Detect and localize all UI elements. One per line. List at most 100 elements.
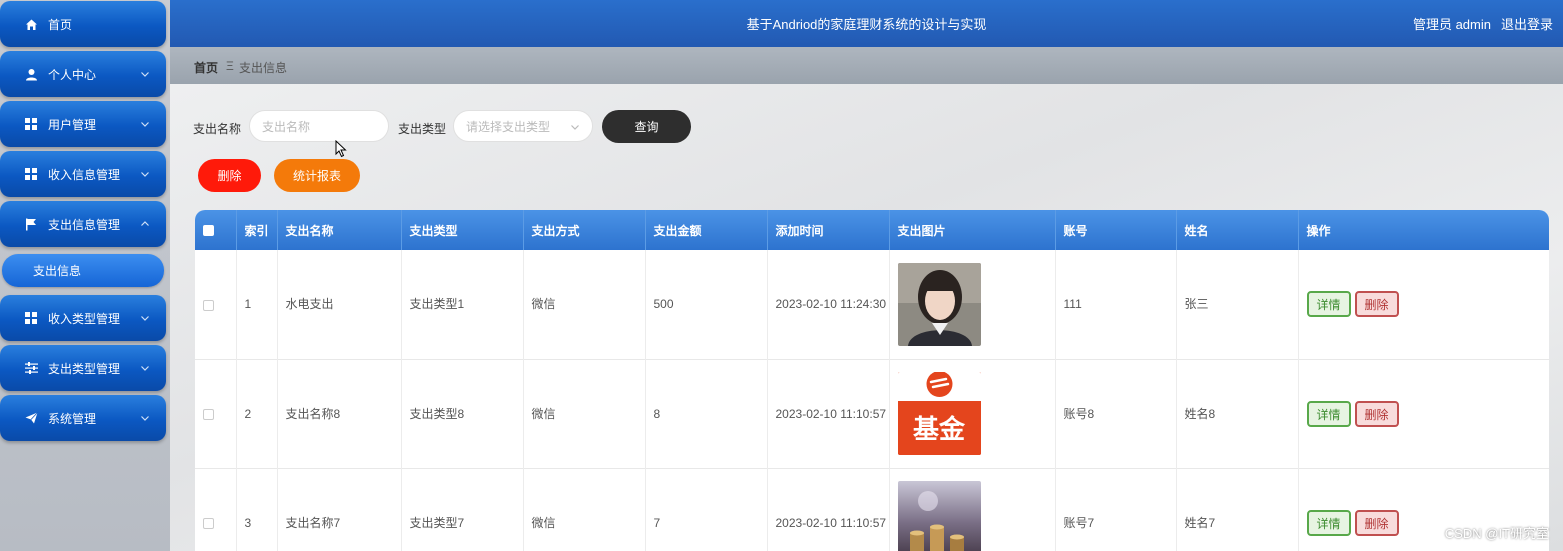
csdn-watermark: CSDN @IT研究室 xyxy=(1444,526,1549,541)
sidebar-item-label: 用户管理 xyxy=(48,117,97,132)
cell-method: 微信 xyxy=(523,359,646,468)
sidebar-subitem-expense-info[interactable]: 支出信息 xyxy=(2,254,164,287)
chevron-down-icon xyxy=(141,72,149,77)
sidebar-item-label: 收入类型管理 xyxy=(48,311,121,326)
breadcrumb-home[interactable]: 首页 xyxy=(194,59,218,76)
mouse-cursor-icon xyxy=(335,140,347,158)
delete-button[interactable]: 删除 xyxy=(1354,400,1399,427)
cell-person: 姓名7 xyxy=(1176,468,1299,551)
home-icon xyxy=(24,17,38,31)
sidebar-item-label: 系统管理 xyxy=(48,411,97,426)
expense-photo-portrait xyxy=(897,262,981,346)
expense-type-label: 支出类型 xyxy=(398,122,447,136)
sliders-icon xyxy=(24,361,38,375)
cell-account: 账号7 xyxy=(1055,468,1177,551)
grid-icon xyxy=(24,167,38,181)
column-header: 支出图片 xyxy=(889,210,1056,250)
header-select-all[interactable] xyxy=(195,210,237,250)
sidebar-item-income-management[interactable]: 收入信息管理 xyxy=(0,151,166,197)
table-row: 1 水电支出 支出类型1 微信 500 2023-02-10 11:24:30 xyxy=(195,250,1549,359)
sidebar-item-home[interactable]: 首页 xyxy=(0,1,166,47)
sidebar-item-income-type-management[interactable]: 收入类型管理 xyxy=(0,295,166,341)
detail-button[interactable]: 详情 xyxy=(1306,509,1351,536)
row-checkbox[interactable] xyxy=(203,299,214,311)
cell-account: 账号8 xyxy=(1055,359,1177,468)
sidebar-item-expense-management[interactable]: 支出信息管理 xyxy=(0,201,166,247)
cell-time: 2023-02-10 11:10:57 xyxy=(767,468,890,551)
column-header: 操作 xyxy=(1298,210,1549,250)
cell-type: 支出类型8 xyxy=(401,359,524,468)
cell-amount: 7 xyxy=(645,468,768,551)
sidebar-item-label: 支出信息管理 xyxy=(48,217,121,232)
sidebar-item-expense-type-management[interactable]: 支出类型管理 xyxy=(0,345,166,391)
cell-type: 支出类型1 xyxy=(401,250,524,359)
statistics-report-button[interactable]: 统计报表 xyxy=(274,159,360,192)
column-header: 支出名称 xyxy=(277,210,402,250)
cell-amount: 8 xyxy=(645,359,768,468)
expense-table: 索引 支出名称 支出类型 支出方式 支出金额 添加时间 支出图片 账号 姓名 操… xyxy=(195,210,1549,551)
column-header: 账号 xyxy=(1055,210,1177,250)
main-content: 支出名称 支出名称 支出类型 请选择支出类型 查询 删除 统计报表 索引 支出名… xyxy=(170,84,1563,551)
cell-method: 微信 xyxy=(523,468,646,551)
cell-time: 2023-02-10 11:24:30 xyxy=(767,250,890,359)
top-header: 基于Andriod的家庭理财系统的设计与实现 管理员 admin 退出登录 xyxy=(170,0,1563,47)
row-checkbox[interactable] xyxy=(203,517,214,529)
grid-icon xyxy=(24,117,38,131)
table-row: 2 支出名称8 支出类型8 微信 8 2023-02-10 11:10:57 基… xyxy=(195,359,1549,468)
batch-delete-button[interactable]: 删除 xyxy=(198,159,261,192)
breadcrumb-separator: Ξ xyxy=(226,59,234,73)
current-user: 管理员 admin xyxy=(1412,17,1491,32)
chevron-down-icon xyxy=(141,122,149,127)
system-title: 基于Andriod的家庭理财系统的设计与实现 xyxy=(746,17,987,32)
cell-index: 1 xyxy=(236,250,278,359)
cell-amount: 500 xyxy=(645,250,768,359)
query-button[interactable]: 查询 xyxy=(602,110,691,143)
grid-icon xyxy=(24,311,38,325)
sidebar-item-label: 首页 xyxy=(48,17,73,32)
detail-button[interactable]: 详情 xyxy=(1306,400,1351,427)
sidebar-item-personal-center[interactable]: 个人中心 xyxy=(0,51,166,97)
expense-photo-fund-logo: 基金 xyxy=(897,372,981,455)
flag-icon xyxy=(24,217,38,231)
chevron-down-icon xyxy=(141,316,149,321)
column-header: 支出类型 xyxy=(401,210,524,250)
chevron-down-icon xyxy=(141,172,149,177)
cell-person: 张三 xyxy=(1176,250,1299,359)
column-header: 支出金额 xyxy=(645,210,768,250)
expense-name-input[interactable]: 支出名称 xyxy=(249,110,389,142)
cell-name: 支出名称7 xyxy=(277,468,402,551)
sidebar-item-system-management[interactable]: 系统管理 xyxy=(0,395,166,441)
table-header-row: 索引 支出名称 支出类型 支出方式 支出金额 添加时间 支出图片 账号 姓名 操… xyxy=(195,210,1549,250)
column-header: 支出方式 xyxy=(523,210,646,250)
column-header: 添加时间 xyxy=(767,210,890,250)
cell-name: 支出名称8 xyxy=(277,359,402,468)
delete-button[interactable]: 删除 xyxy=(1354,291,1399,318)
cell-method: 微信 xyxy=(523,250,646,359)
table-row: 3 支出名称7 支出类型7 微信 7 2023-02-10 11:10:57 账… xyxy=(195,468,1549,551)
cell-index: 3 xyxy=(236,468,278,551)
expense-type-select[interactable]: 请选择支出类型 xyxy=(453,110,593,142)
chevron-down-icon xyxy=(141,416,149,421)
column-header: 索引 xyxy=(236,210,278,250)
detail-button[interactable]: 详情 xyxy=(1306,291,1351,318)
select-all-checkbox[interactable] xyxy=(203,225,214,237)
breadcrumb: 首页 Ξ 支出信息 xyxy=(170,47,1563,84)
fund-logo-text: 基金 xyxy=(912,414,965,444)
cell-index: 2 xyxy=(236,359,278,468)
delete-button[interactable]: 删除 xyxy=(1354,509,1399,536)
breadcrumb-current: 支出信息 xyxy=(239,61,288,75)
logout-link[interactable]: 退出登录 xyxy=(1501,14,1553,33)
cell-time: 2023-02-10 11:10:57 xyxy=(767,359,890,468)
user-icon xyxy=(24,67,38,81)
chevron-down-icon xyxy=(571,125,579,130)
sidebar-item-label: 支出类型管理 xyxy=(48,361,121,376)
cell-name: 水电支出 xyxy=(277,250,402,359)
sidebar-item-label: 个人中心 xyxy=(48,67,97,82)
row-checkbox[interactable] xyxy=(203,408,214,420)
cell-type: 支出类型7 xyxy=(401,468,524,551)
expense-photo-coins xyxy=(897,481,981,551)
chevron-down-icon xyxy=(141,366,149,371)
sidebar-item-user-management[interactable]: 用户管理 xyxy=(0,101,166,147)
sidebar-item-label: 收入信息管理 xyxy=(48,167,121,182)
expense-type-placeholder: 请选择支出类型 xyxy=(466,119,551,134)
